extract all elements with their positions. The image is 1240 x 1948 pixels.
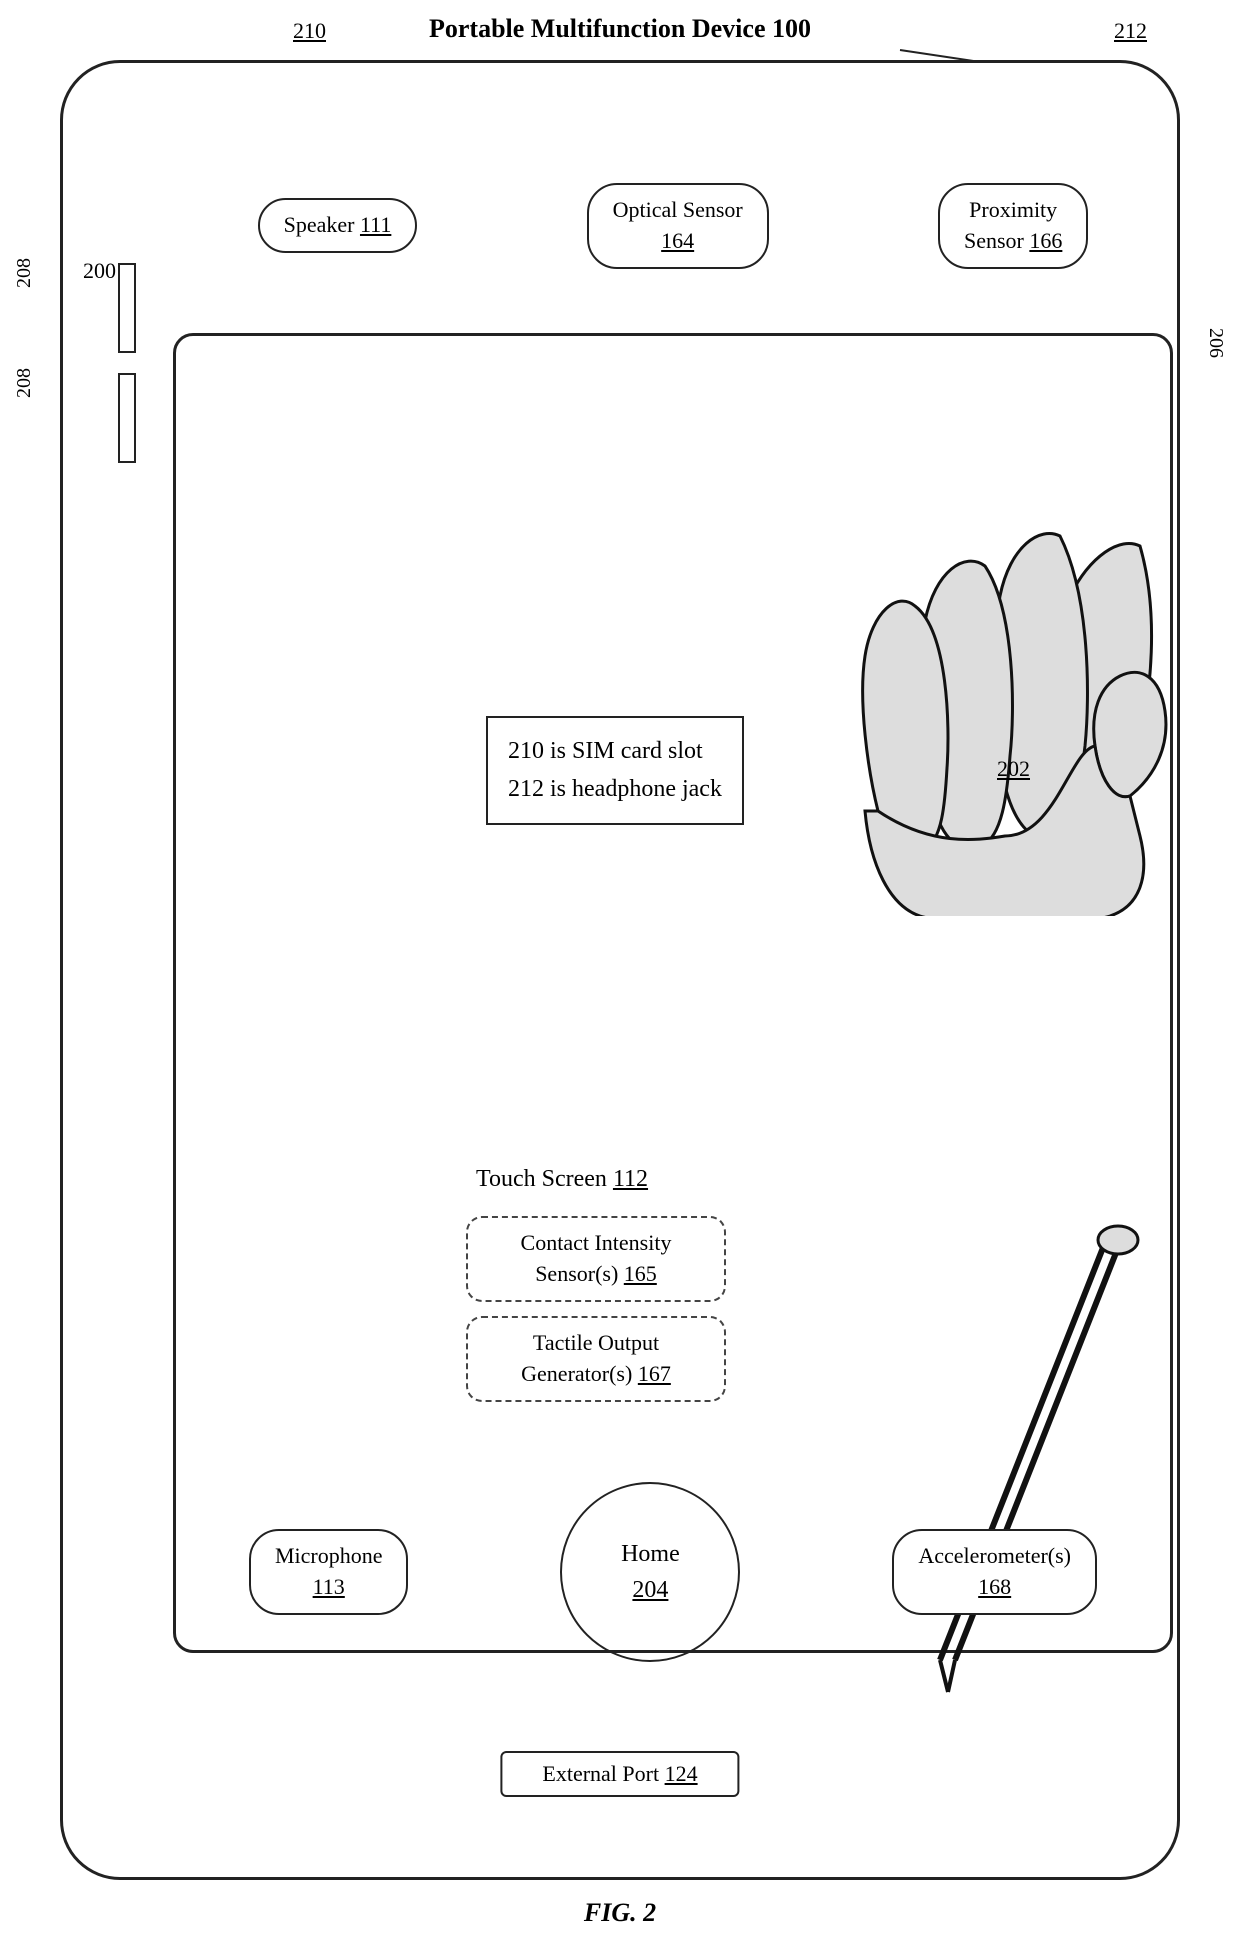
headphone-jack-label: 212 [1114, 18, 1147, 44]
sim-slot-label: 210 [293, 18, 326, 44]
figure-caption: FIG. 2 [584, 1898, 656, 1928]
microphone-box: Microphone113 [249, 1529, 409, 1615]
external-port-box: External Port 124 [500, 1751, 739, 1797]
hand-illustration [760, 516, 1180, 916]
top-components-row: Speaker 111 Optical Sensor164 ProximityS… [173, 183, 1173, 269]
proximity-sensor-box: ProximitySensor 166 [938, 183, 1088, 269]
speaker-box: Speaker 111 [258, 198, 418, 253]
touchscreen-label: Touch Screen 112 [476, 1166, 648, 1193]
side-label-206: 206 [1204, 328, 1227, 358]
side-label-208-bottom: 208 [13, 368, 36, 398]
home-button-box: Home204 [560, 1482, 740, 1662]
side-label-208-top: 208 [13, 258, 36, 288]
side-button-left-top [118, 263, 136, 353]
page: Portable Multifunction Device 100 208 20… [0, 0, 1240, 1948]
optical-sensor-box: Optical Sensor164 [587, 183, 769, 269]
annotation-box: 210 is SIM card slot 212 is headphone ja… [486, 716, 744, 825]
accelerometer-box: Accelerometer(s)168 [892, 1529, 1097, 1615]
side-button-left-bottom [118, 373, 136, 463]
contact-intensity-box: Contact IntensitySensor(s) 165 [466, 1216, 726, 1302]
device-outer: 208 208 206 210 212 Speaker 111 Optical … [60, 60, 1180, 1880]
label-200: 200 [83, 258, 116, 284]
tactile-output-box: Tactile OutputGenerator(s) 167 [466, 1316, 726, 1402]
page-title: Portable Multifunction Device 100 [429, 14, 811, 44]
bottom-components-row: Microphone113 Home204 Accelerometer(s)16… [173, 1482, 1173, 1662]
label-202: 202 [997, 756, 1030, 782]
touch-screen: 210 is SIM card slot 212 is headphone ja… [173, 333, 1173, 1653]
